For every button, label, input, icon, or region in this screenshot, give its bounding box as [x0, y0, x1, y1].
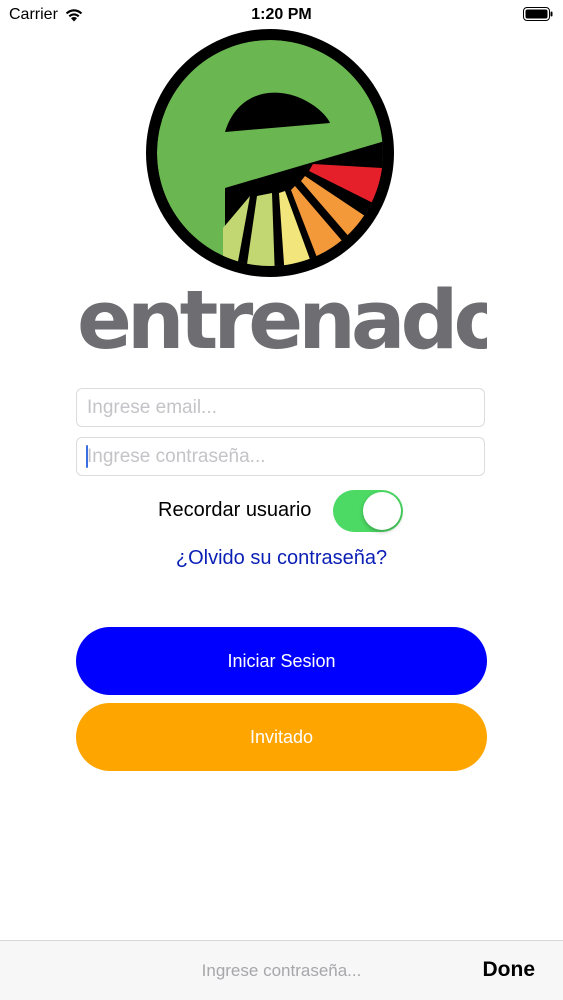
email-field[interactable]	[76, 388, 485, 427]
status-bar: Carrier 1:20 PM	[0, 0, 563, 30]
remember-user-label: Recordar usuario	[158, 499, 312, 521]
password-field[interactable]	[76, 437, 485, 476]
login-button[interactable]: Iniciar Sesion	[76, 627, 487, 695]
done-button[interactable]: Done	[483, 958, 536, 982]
forgot-password-link[interactable]: ¿Olvido su contraseña?	[0, 547, 563, 570]
accessory-placeholder: Ingrese contraseña...	[201, 961, 362, 980]
brand-wordmark: entrenador	[77, 276, 487, 366]
keyboard-accessory-bar: Ingrese contraseña... Done	[0, 940, 563, 1000]
battery-icon	[523, 7, 553, 21]
toggle-knob	[363, 492, 401, 530]
password-field-wrapper	[76, 437, 485, 476]
status-time: 1:20 PM	[251, 6, 312, 23]
guest-button[interactable]: Invitado	[76, 703, 487, 771]
entrenador-logo-icon	[146, 29, 394, 277]
text-cursor	[86, 445, 88, 468]
remember-user-toggle[interactable]	[333, 490, 403, 532]
remember-user-row: Recordar usuario	[0, 490, 563, 532]
